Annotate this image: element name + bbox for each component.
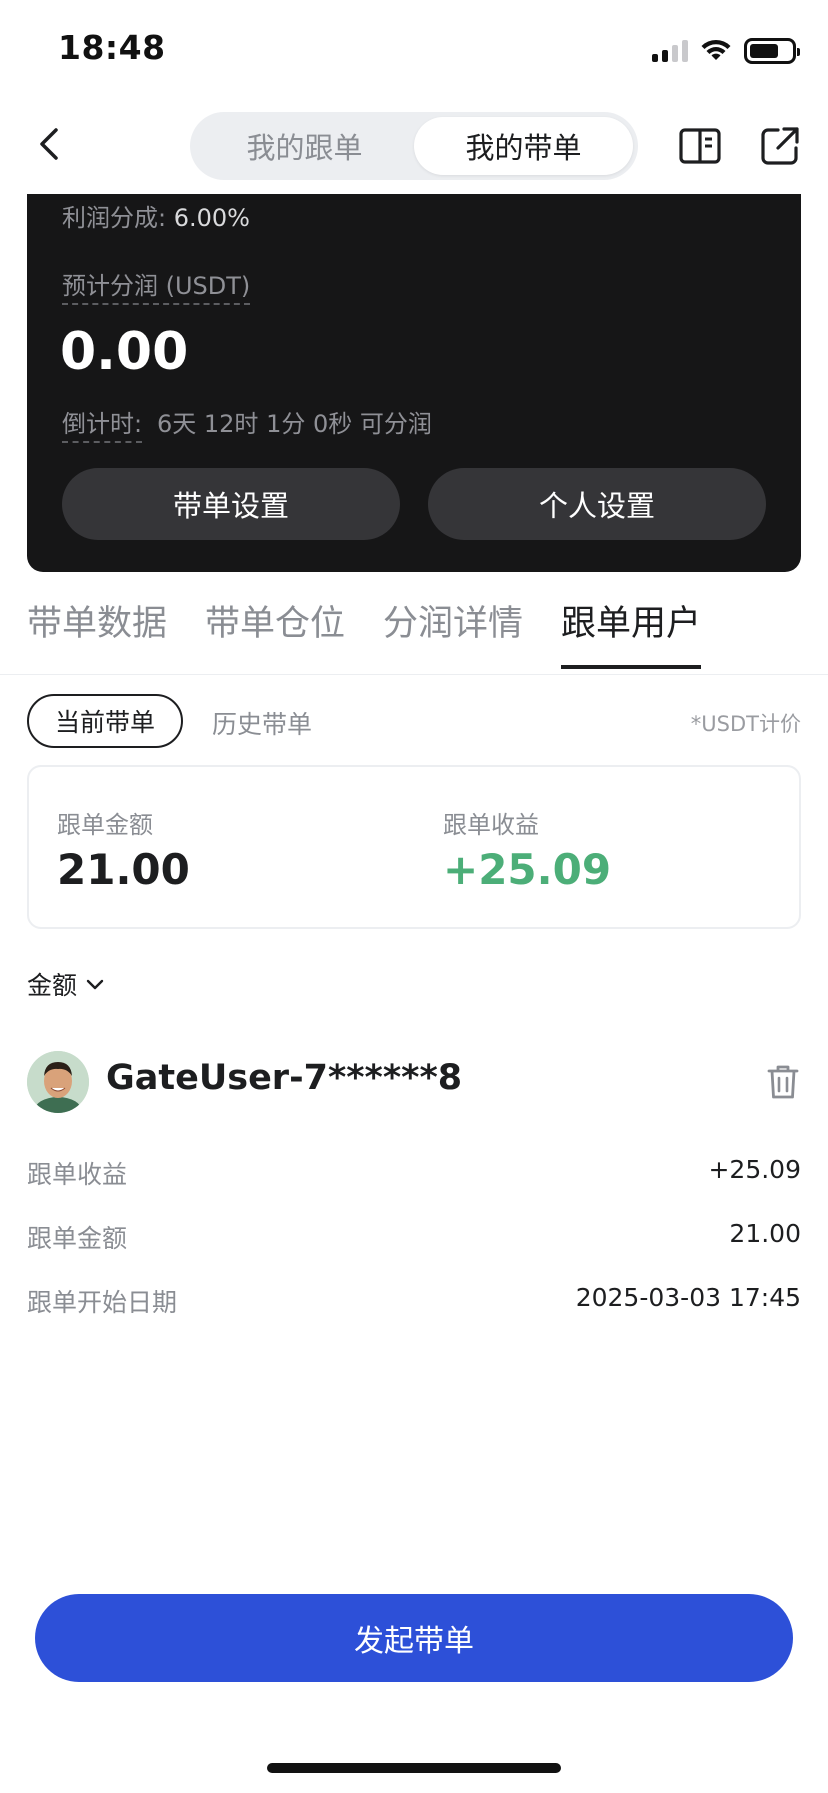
follower-amount-label: 跟单金额 bbox=[27, 1224, 128, 1253]
status-time: 18:48 bbox=[58, 28, 166, 67]
estimated-profit-value: 0.00 bbox=[60, 322, 189, 382]
home-indicator[interactable] bbox=[267, 1763, 561, 1773]
user-avatar-icon bbox=[27, 1051, 89, 1113]
trash-icon[interactable] bbox=[765, 1062, 801, 1102]
back-arrow-icon[interactable] bbox=[30, 120, 70, 168]
sort-by-amount-dropdown[interactable]: 金额 bbox=[27, 966, 105, 1002]
follower-amount-value: 21.00 bbox=[729, 1219, 801, 1248]
countdown-value: 6天 12时 1分 0秒 可分润 bbox=[157, 410, 432, 438]
follow-profit-label: 跟单收益 bbox=[443, 811, 539, 839]
follow-profit-value: +25.09 bbox=[443, 845, 612, 894]
follower-profit-value: +25.09 bbox=[708, 1155, 801, 1184]
profit-share-card: 利润分成: 6.00% 预计分润 (USDT) 0.00 倒计时: 6天 12时… bbox=[27, 194, 801, 572]
filter-current-lead[interactable]: 当前带单 bbox=[27, 694, 184, 748]
lead-settings-button[interactable]: 带单设置 bbox=[62, 468, 400, 540]
main-tabs: 带单数据 带单仓位 分润详情 跟单用户 bbox=[27, 595, 702, 675]
battery-icon bbox=[744, 38, 800, 64]
follow-amount-label: 跟单金额 bbox=[57, 811, 153, 839]
sort-label: 金额 bbox=[27, 971, 78, 1000]
tab-my-lead-trading[interactable]: 我的带单 bbox=[414, 117, 633, 175]
tab-profit-share-details[interactable]: 分润详情 bbox=[383, 595, 523, 675]
personal-settings-button[interactable]: 个人设置 bbox=[428, 468, 766, 540]
tab-lead-positions[interactable]: 带单仓位 bbox=[205, 595, 345, 675]
share-icon[interactable] bbox=[756, 122, 804, 170]
estimated-profit-label[interactable]: 预计分润 (USDT) bbox=[62, 266, 251, 305]
profit-share-value: 6.00% bbox=[173, 204, 250, 232]
follow-summary-card: 跟单金额 21.00 跟单收益 +25.09 bbox=[27, 765, 801, 929]
filter-history-lead[interactable]: 历史带单 bbox=[212, 705, 312, 741]
profit-share-label: 利润分成: bbox=[62, 204, 167, 232]
tab-lead-data[interactable]: 带单数据 bbox=[27, 595, 167, 675]
follower-username: GateUser-7******8 bbox=[106, 1058, 463, 1098]
tab-my-copy-trading[interactable]: 我的跟单 bbox=[195, 117, 414, 175]
wifi-icon bbox=[701, 39, 731, 60]
tabs-divider bbox=[0, 674, 828, 675]
mode-segmented-control: 我的跟单 我的带单 bbox=[190, 112, 638, 180]
cellular-signal-icon bbox=[652, 40, 688, 62]
follower-profit-label: 跟单收益 bbox=[27, 1160, 128, 1189]
follower-start-date-value: 2025-03-03 17:45 bbox=[575, 1283, 801, 1312]
countdown-label[interactable]: 倒计时: bbox=[62, 404, 143, 443]
unit-note: *USDT计价 bbox=[690, 712, 801, 736]
follower-start-date-label: 跟单开始日期 bbox=[27, 1288, 178, 1317]
profit-share-line: 利润分成: 6.00% bbox=[62, 198, 250, 233]
start-lead-trading-button[interactable]: 发起带单 bbox=[35, 1594, 793, 1682]
follow-amount-value: 21.00 bbox=[57, 845, 190, 894]
tab-followers[interactable]: 跟单用户 bbox=[561, 595, 702, 675]
avatar bbox=[27, 1051, 89, 1113]
status-icons bbox=[652, 34, 800, 68]
chevron-down-icon bbox=[86, 979, 104, 990]
book-icon[interactable] bbox=[676, 122, 724, 170]
